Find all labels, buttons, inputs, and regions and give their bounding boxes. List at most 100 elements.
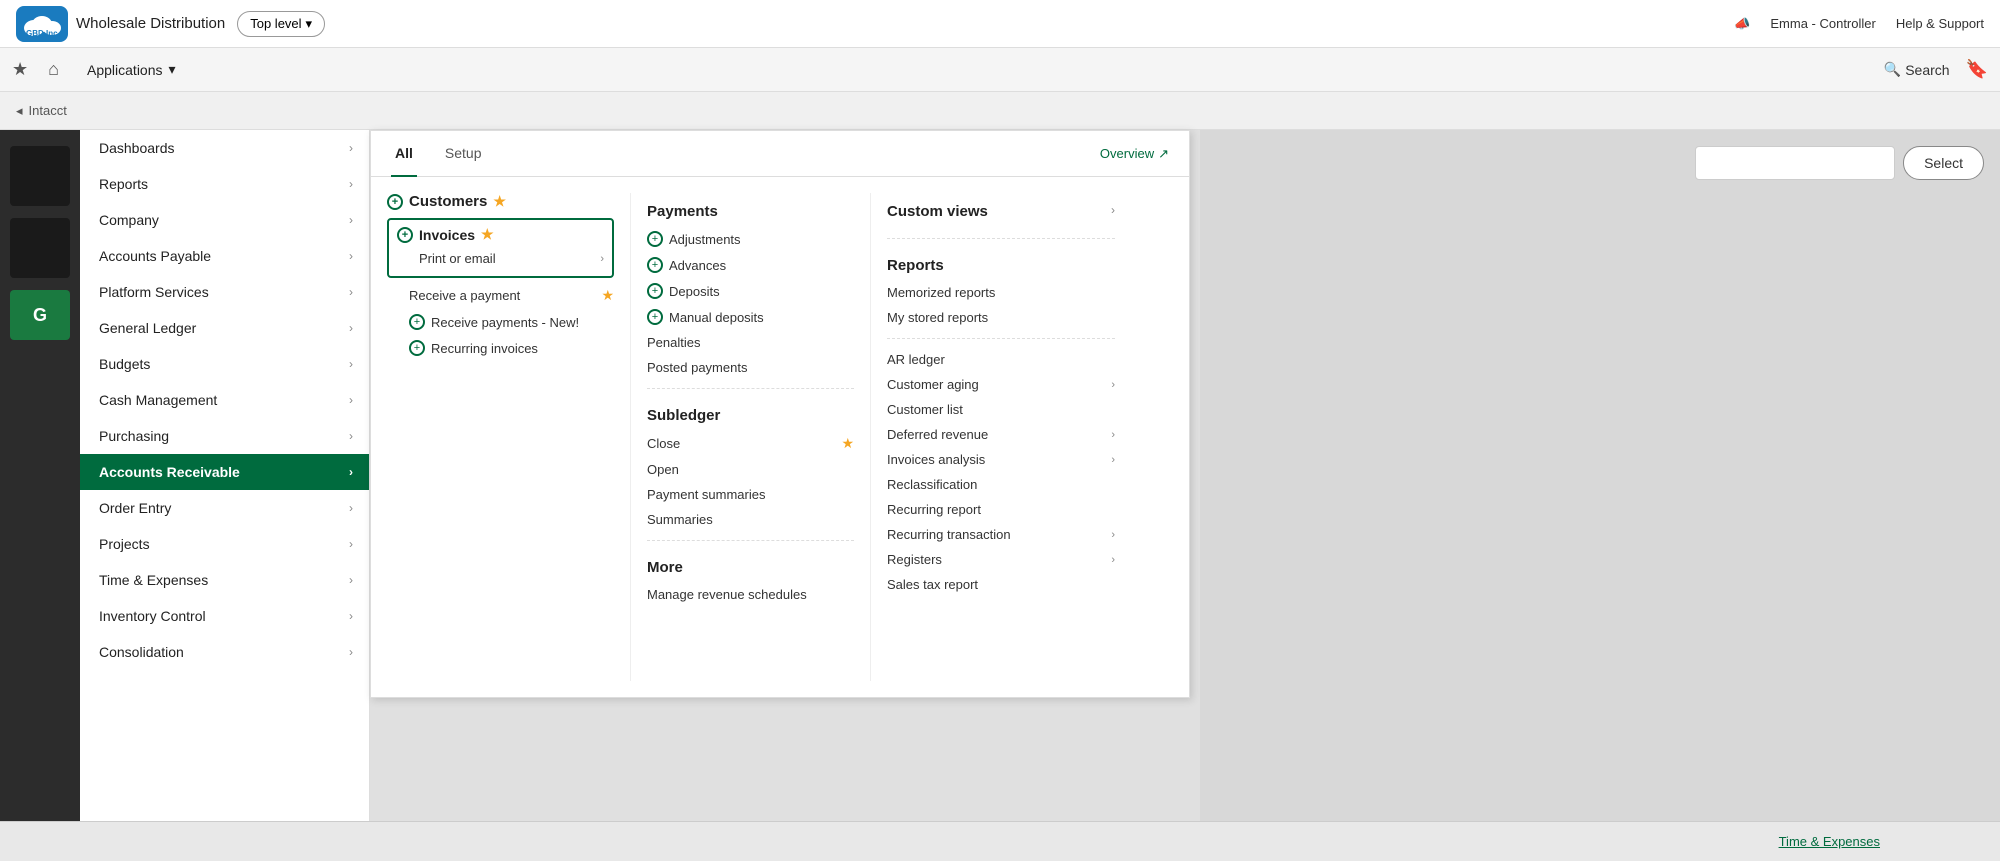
bottom-link-bar: Time & Expenses (0, 821, 2000, 861)
sidebar-item-company[interactable]: Company › (80, 202, 369, 238)
registers-arrow: › (1111, 554, 1115, 566)
filter-dropdown[interactable] (1695, 146, 1895, 180)
invoices-analysis-item[interactable]: Invoices analysis › (887, 447, 1115, 472)
sidebar-item-general-ledger[interactable]: General Ledger › (80, 310, 369, 346)
left-sidebar: G (0, 130, 80, 861)
receive-payment-star-icon[interactable]: ★ (601, 287, 614, 304)
time-expenses-link[interactable]: Time & Expenses (1779, 834, 1880, 849)
chevron-down-icon: ▾ (306, 16, 313, 32)
deposits-item[interactable]: + Deposits (647, 278, 854, 304)
recurring-transaction-arrow: › (1111, 529, 1115, 541)
tab-setup[interactable]: Setup (441, 131, 486, 177)
sidebar-item-accounts-payable[interactable]: Accounts Payable › (80, 238, 369, 274)
chevron-down-icon: ▾ (169, 61, 176, 78)
sidebar-item-consolidation[interactable]: Consolidation › (80, 634, 369, 670)
arrow-icon: › (349, 177, 353, 191)
close-item[interactable]: Close ★ (647, 430, 854, 457)
mega-menu-tabs: All Setup Overview ↗ (371, 131, 1189, 177)
sidebar-item-time-expenses[interactable]: Time & Expenses › (80, 562, 369, 598)
company-name: Wholesale Distribution (76, 15, 225, 32)
deferred-revenue-item[interactable]: Deferred revenue › (887, 422, 1115, 447)
custom-views-arrow: › (1111, 203, 1115, 217)
summaries-item[interactable]: Summaries (647, 507, 854, 532)
home-icon[interactable]: ⌂ (48, 59, 59, 80)
bookmark-icon[interactable]: 🔖 (1966, 59, 1988, 80)
close-star-icon[interactable]: ★ (841, 435, 854, 452)
sidebar-item-purchasing[interactable]: Purchasing › (80, 418, 369, 454)
more-header: More (647, 549, 854, 582)
recurring-invoices-item[interactable]: + Recurring invoices (387, 335, 614, 361)
sidebar-item-budgets[interactable]: Budgets › (80, 346, 369, 382)
sidebar-item-inventory-control[interactable]: Inventory Control › (80, 598, 369, 634)
arrow-icon: › (349, 213, 353, 227)
mega-menu-body: + Customers ★ + Invoices ★ Print or emai… (371, 177, 1189, 697)
arrow-icon: › (349, 357, 353, 371)
reports-header: Reports (887, 247, 1115, 280)
divider (887, 338, 1115, 339)
sidebar-green-block: G (10, 290, 70, 340)
plus-circle-icon: + (409, 340, 425, 356)
my-stored-reports-item[interactable]: My stored reports (887, 305, 1115, 330)
payment-summaries-item[interactable]: Payment summaries (647, 482, 854, 507)
recurring-report-item[interactable]: Recurring report (887, 497, 1115, 522)
registers-item[interactable]: Registers › (887, 547, 1115, 572)
recurring-transaction-item[interactable]: Recurring transaction › (887, 522, 1115, 547)
manual-deposits-item[interactable]: + Manual deposits (647, 304, 854, 330)
star-favorite-icon[interactable]: ★ (493, 193, 506, 210)
memorized-reports-item[interactable]: Memorized reports (887, 280, 1115, 305)
top-level-button[interactable]: Top level ▾ (237, 11, 325, 37)
manage-revenue-item[interactable]: Manage revenue schedules (647, 582, 854, 607)
plus-circle-icon: + (647, 231, 663, 247)
external-link-icon: ↗ (1158, 146, 1169, 162)
receive-payment-item[interactable]: Receive a payment ★ (387, 282, 614, 309)
arrow-icon: › (349, 537, 353, 551)
breadcrumb-chevron: ◂ (16, 103, 23, 119)
customer-aging-arrow: › (1111, 379, 1115, 391)
logo: GBD.Inc (16, 6, 68, 42)
select-button[interactable]: Select (1903, 146, 1984, 180)
help-link[interactable]: Help & Support (1896, 16, 1984, 31)
search-button[interactable]: 🔍 Search (1884, 61, 1950, 78)
overview-link[interactable]: Overview ↗ (1100, 146, 1169, 162)
reclassification-item[interactable]: Reclassification (887, 472, 1115, 497)
divider (887, 238, 1115, 239)
logo-area: GBD.Inc Wholesale Distribution (16, 6, 225, 42)
advances-item[interactable]: + Advances (647, 252, 854, 278)
invoices-star-icon[interactable]: ★ (481, 226, 494, 243)
star-icon[interactable]: ★ (12, 59, 28, 80)
sidebar-item-accounts-receivable[interactable]: Accounts Receivable › (80, 454, 369, 490)
user-info[interactable]: Emma - Controller (1770, 16, 1875, 31)
customer-aging-item[interactable]: Customer aging › (887, 372, 1115, 397)
divider (647, 388, 854, 389)
plus-circle-icon: + (409, 314, 425, 330)
open-item[interactable]: Open (647, 457, 854, 482)
receive-payments-new-item[interactable]: + Receive payments - New! (387, 309, 614, 335)
arrow-right-icon: › (600, 253, 604, 265)
plus-circle-icon: + (397, 227, 413, 243)
search-label: Search (1905, 62, 1949, 78)
sidebar-item-reports[interactable]: Reports › (80, 166, 369, 202)
adjustments-item[interactable]: + Adjustments (647, 226, 854, 252)
arrow-icon: › (349, 429, 353, 443)
sidebar-item-cash-management[interactable]: Cash Management › (80, 382, 369, 418)
arrow-icon: › (349, 285, 353, 299)
applications-button[interactable]: Applications ▾ (79, 57, 184, 82)
sidebar-item-projects[interactable]: Projects › (80, 526, 369, 562)
custom-views-section: Custom views › (887, 193, 1115, 226)
arrow-icon: › (349, 321, 353, 335)
sidebar-item-dashboards[interactable]: Dashboards › (80, 130, 369, 166)
invoices-box: + Invoices ★ Print or email › (387, 218, 614, 278)
ar-ledger-item[interactable]: AR ledger (887, 347, 1115, 372)
megaphone-icon[interactable]: 📣 (1734, 16, 1750, 32)
penalties-item[interactable]: Penalties (647, 330, 854, 355)
tab-all[interactable]: All (391, 131, 417, 177)
print-email-item[interactable]: Print or email › (397, 247, 604, 270)
customer-list-item[interactable]: Customer list (887, 397, 1115, 422)
mega-menu: All Setup Overview ↗ + Customers ★ (370, 130, 1190, 698)
sidebar-item-platform-services[interactable]: Platform Services › (80, 274, 369, 310)
arrow-icon: › (349, 249, 353, 263)
sidebar-item-order-entry[interactable]: Order Entry › (80, 490, 369, 526)
menu-column-1: + Customers ★ + Invoices ★ Print or emai… (371, 193, 631, 681)
sales-tax-report-item[interactable]: Sales tax report (887, 572, 1115, 597)
posted-payments-item[interactable]: Posted payments (647, 355, 854, 380)
